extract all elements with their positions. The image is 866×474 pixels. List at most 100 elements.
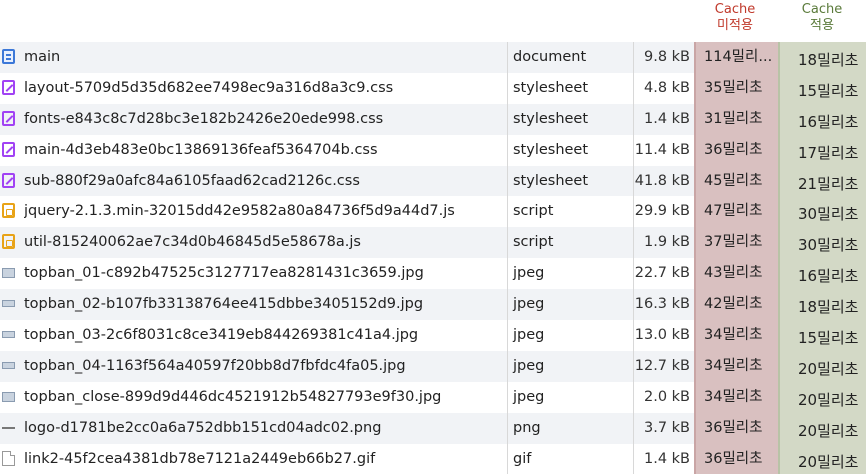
column-divider [507, 42, 508, 73]
time-cache-disabled: 42밀리초 [694, 289, 778, 321]
image-icon [2, 331, 15, 339]
time-cache-disabled: 114밀리... [694, 42, 778, 73]
script-icon [2, 203, 15, 219]
request-name[interactable]: topban_01-c892b47525c3127717ea8281431c36… [24, 258, 504, 288]
png-image-icon [2, 426, 15, 429]
column-headers: Cache 미적용 Cache 적용 [0, 0, 866, 42]
request-type: stylesheet [513, 79, 589, 96]
request-type: script [513, 234, 554, 251]
network-request-table: main document 9.8 kB 114밀리... 18밀리초 layo… [0, 42, 866, 474]
cache-enabled-header: Cache 적용 [782, 2, 862, 34]
time-cache-enabled: 18밀리초 [778, 289, 866, 321]
request-name[interactable]: link2-45f2cea4381db78e7121a2449eb66b27.g… [24, 444, 504, 474]
request-name[interactable]: sub-880f29a0afc84a6105faad62cad2126c.css [24, 166, 504, 196]
time-cache-disabled: 43밀리초 [694, 258, 778, 290]
request-type: jpeg [513, 327, 545, 344]
request-name[interactable]: topban_03-2c6f8031c8ce3419eb844269381c41… [24, 320, 504, 350]
table-row[interactable]: topban_01-c892b47525c3127717ea8281431c36… [0, 258, 866, 290]
time-cache-enabled: 20밀리초 [778, 412, 866, 444]
cache-enabled-header-line2: 적용 [810, 18, 834, 33]
request-name[interactable]: fonts-e843c8c7d28bc3e182b2426e20ede998.c… [24, 104, 504, 134]
request-size: 16.3 kB [634, 296, 690, 313]
request-name[interactable]: jquery-2.1.3.min-32015dd42e9582a80a84736… [24, 196, 504, 226]
column-divider [507, 258, 508, 290]
time-cache-enabled: 15밀리초 [778, 72, 866, 104]
table-row[interactable]: layout-5709d5d35d682ee7498ec9a316d8a3c9.… [0, 72, 866, 104]
request-type: jpeg [513, 296, 545, 313]
time-cache-enabled: 16밀리초 [778, 103, 866, 135]
request-size: 41.8 kB [634, 172, 690, 189]
request-name[interactable]: topban_04-1163f564a40597f20bb8d7fbfdc4fa… [24, 351, 504, 381]
table-row[interactable]: main document 9.8 kB 114밀리... 18밀리초 [0, 42, 866, 73]
cache-disabled-header-line2: 미적용 [717, 18, 753, 33]
time-cache-disabled: 47밀리초 [694, 196, 778, 228]
stylesheet-icon [2, 172, 15, 188]
stylesheet-icon [2, 79, 15, 95]
request-type: stylesheet [513, 110, 589, 127]
column-divider [507, 350, 508, 382]
request-size: 1.4 kB [643, 110, 690, 127]
request-size: 3.7 kB [643, 419, 690, 436]
table-row[interactable]: util-815240062ae7c34d0b46845d5e58678a.js… [0, 227, 866, 259]
request-type: document [513, 49, 587, 65]
table-row[interactable]: main-4d3eb483e0bc13869136feaf5364704b.cs… [0, 134, 866, 166]
image-icon [2, 268, 15, 279]
time-cache-disabled: 34밀리초 [694, 381, 778, 413]
table-row[interactable]: link2-45f2cea4381db78e7121a2449eb66b27.g… [0, 443, 866, 474]
time-cache-enabled: 20밀리초 [778, 443, 866, 474]
time-cache-enabled: 30밀리초 [778, 227, 866, 259]
table-row[interactable]: sub-880f29a0afc84a6105faad62cad2126c.css… [0, 165, 866, 197]
request-size: 29.9 kB [634, 203, 690, 220]
time-cache-enabled: 30밀리초 [778, 196, 866, 228]
time-cache-enabled: 15밀리초 [778, 320, 866, 351]
request-name[interactable]: main-4d3eb483e0bc13869136feaf5364704b.cs… [24, 135, 504, 165]
time-cache-disabled: 37밀리초 [694, 227, 778, 259]
column-divider [507, 103, 508, 135]
table-row[interactable]: logo-d1781be2cc0a6a752dbb151cd04adc02.pn… [0, 412, 866, 444]
column-divider [507, 443, 508, 474]
request-name[interactable]: topban_close-899d9d446dc4521912b54827793… [24, 382, 504, 412]
column-divider [507, 381, 508, 413]
time-cache-enabled: 20밀리초 [778, 350, 866, 382]
request-size: 11.4 kB [634, 141, 690, 158]
time-cache-disabled: 31밀리초 [694, 103, 778, 135]
table-row[interactable]: topban_02-b107fb33138764ee415dbbe3405152… [0, 289, 866, 321]
request-size: 22.7 kB [634, 265, 690, 282]
time-cache-disabled: 36밀리초 [694, 443, 778, 474]
table-row[interactable]: jquery-2.1.3.min-32015dd42e9582a80a84736… [0, 196, 866, 228]
request-type: stylesheet [513, 141, 589, 158]
request-size: 4.8 kB [643, 79, 690, 96]
request-type: jpeg [513, 357, 545, 374]
time-cache-disabled: 36밀리초 [694, 412, 778, 444]
column-divider [507, 412, 508, 444]
request-type: gif [513, 450, 532, 467]
request-size: 9.8 kB [643, 49, 690, 65]
document-icon [2, 49, 15, 64]
request-size: 13.0 kB [634, 327, 690, 344]
request-name[interactable]: topban_02-b107fb33138764ee415dbbe3405152… [24, 289, 504, 319]
request-type: png [513, 419, 541, 436]
column-divider [507, 165, 508, 197]
table-row[interactable]: fonts-e843c8c7d28bc3e182b2426e20ede998.c… [0, 103, 866, 135]
request-name[interactable]: util-815240062ae7c34d0b46845d5e58678a.js [24, 227, 504, 257]
request-name[interactable]: main [24, 42, 504, 72]
column-divider [507, 227, 508, 259]
image-icon [2, 300, 15, 308]
table-row[interactable]: topban_04-1163f564a40597f20bb8d7fbfdc4fa… [0, 350, 866, 382]
time-cache-disabled: 34밀리초 [694, 350, 778, 382]
script-icon [2, 234, 15, 250]
time-cache-disabled: 35밀리초 [694, 72, 778, 104]
gif-image-icon [2, 450, 15, 466]
time-cache-disabled: 36밀리초 [694, 134, 778, 166]
request-name[interactable]: layout-5709d5d35d682ee7498ec9a316d8a3c9.… [24, 73, 504, 103]
time-cache-enabled: 20밀리초 [778, 381, 866, 413]
request-type: script [513, 203, 554, 220]
cache-enabled-header-line1: Cache [801, 2, 843, 17]
request-name[interactable]: logo-d1781be2cc0a6a752dbb151cd04adc02.pn… [24, 413, 504, 443]
request-type: jpeg [513, 388, 545, 405]
time-cache-enabled: 21밀리초 [778, 165, 866, 197]
table-row[interactable]: topban_03-2c6f8031c8ce3419eb844269381c41… [0, 320, 866, 351]
column-divider [507, 72, 508, 104]
image-icon [2, 361, 15, 369]
table-row[interactable]: topban_close-899d9d446dc4521912b54827793… [0, 381, 866, 413]
